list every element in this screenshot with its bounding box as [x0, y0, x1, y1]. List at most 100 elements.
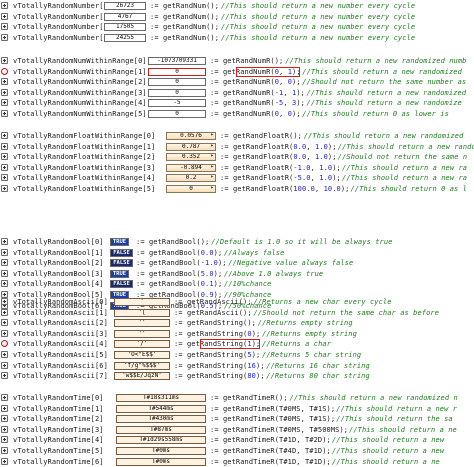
expand-icon[interactable]: [1, 153, 8, 160]
online-value-box[interactable]: 0: [166, 185, 216, 193]
online-value-box[interactable]: 0.0576: [166, 132, 216, 140]
online-value-box[interactable]: 0: [148, 89, 206, 97]
expand-icon[interactable]: [1, 238, 8, 245]
expand-icon[interactable]: [1, 249, 8, 256]
code-comment: //Returns empty string: [262, 330, 357, 338]
expand-icon[interactable]: [1, 78, 8, 85]
breakpoint-icon[interactable]: [1, 68, 8, 75]
function-call: := getRandBool(-1.0);: [136, 259, 227, 267]
expand-icon[interactable]: [1, 436, 8, 443]
online-value-box[interactable]: FALSE: [110, 259, 133, 267]
online-value-box[interactable]: 0.787: [166, 143, 216, 151]
expand-icon[interactable]: [1, 143, 8, 150]
expand-icon[interactable]: [1, 174, 8, 181]
online-value-box[interactable]: -5: [148, 99, 206, 107]
randtime-line: vTotallyRandomTime[0] T#18s311ms:= getRan…: [0, 393, 474, 403]
expand-icon[interactable]: [1, 270, 8, 277]
expand-icon[interactable]: [1, 99, 8, 106]
variable-name: vTotallyRandomNumber[3]: [13, 34, 113, 42]
online-value-box[interactable]: FALSE: [110, 280, 133, 288]
breakpoint-icon[interactable]: [1, 340, 8, 347]
online-value-box[interactable]: T#1d29s558ms: [116, 436, 206, 444]
code-comment: //This should return a new r: [336, 405, 458, 413]
code-comment: //Returns 5 char string: [262, 351, 362, 359]
expand-icon[interactable]: [1, 110, 8, 117]
expand-icon[interactable]: [1, 259, 8, 266]
variable-name: vTotallyRandomFloatWithinRange[0]: [13, 132, 156, 140]
expand-icon[interactable]: [1, 372, 8, 379]
expand-icon[interactable]: [1, 447, 8, 454]
code-editor[interactable]: vTotallyRandomNumber[0] 26723:= getRandNu…: [0, 0, 474, 466]
function-call: := getRandBool(0.1);: [136, 280, 223, 288]
expand-icon[interactable]: [1, 185, 8, 192]
expand-icon[interactable]: [1, 405, 8, 412]
randascii-line: vTotallyRandomAscii[0] ' := getRandAscii()…: [0, 297, 474, 307]
code-comment: //Should not return the same n: [337, 153, 468, 161]
online-value-box[interactable]: '/': [114, 340, 170, 348]
online-value-box[interactable]: T#18s311ms: [116, 394, 206, 402]
function-call: := getRandAscii();: [174, 298, 252, 306]
function-call: := getRandBool(5.0);: [136, 270, 223, 278]
expand-icon[interactable]: [1, 319, 8, 326]
online-value-box[interactable]: FALSE: [110, 249, 133, 257]
variable-name: vTotallyRandomFloatWithinRange[3]: [13, 164, 156, 172]
online-value-box[interactable]: T#430ms: [116, 415, 206, 423]
online-value-box[interactable]: 0: [148, 110, 206, 118]
expand-icon[interactable]: [1, 23, 8, 30]
code-comment: //Returns 80 char string: [266, 372, 370, 380]
expand-icon[interactable]: [1, 309, 8, 316]
expand-icon[interactable]: [1, 362, 8, 369]
online-value-box[interactable]: 0: [148, 78, 206, 86]
expand-icon[interactable]: [1, 415, 8, 422]
online-value-box[interactable]: 0: [148, 68, 206, 76]
expand-icon[interactable]: [1, 426, 8, 433]
online-value-box[interactable]: 0.352: [166, 153, 216, 161]
online-value-box[interactable]: 'f/g"%$$$': [114, 362, 170, 370]
online-value-box[interactable]: TRUE: [110, 238, 129, 246]
online-value-box[interactable]: 'O<"E$$': [114, 351, 170, 359]
expand-icon[interactable]: [1, 351, 8, 358]
online-value-box[interactable]: 0.2: [166, 174, 216, 182]
online-value-box[interactable]: T#0ms: [116, 447, 206, 455]
variable-name: vTotallyRandomTime[2]: [13, 415, 104, 423]
randnum-line: vTotallyRandomNumber[2] 17505:= getRandNu…: [0, 22, 474, 32]
online-value-box[interactable]: 4767: [104, 13, 146, 21]
code-comment: //Should not return the same number as: [302, 78, 467, 86]
online-value-box[interactable]: -0.894: [166, 164, 216, 172]
function-call: := getRandFloatR(0.0, 1.0);: [220, 143, 337, 151]
expand-icon[interactable]: [1, 89, 8, 96]
expand-icon[interactable]: [1, 13, 8, 20]
randfloat-line: vTotallyRandomFloatWithinRange[0] 0.0576:…: [0, 131, 474, 141]
online-value-box[interactable]: TRUE: [110, 270, 129, 278]
variable-name: vTotallyRandomNumber[1]: [13, 13, 113, 21]
variable-name: vTotallyRandomNumWithinRange[0]: [13, 57, 147, 65]
online-value-box[interactable]: ': [114, 298, 170, 306]
expand-icon[interactable]: [1, 164, 8, 171]
expand-icon[interactable]: [1, 2, 8, 9]
online-value-box[interactable]: 24255: [104, 34, 146, 42]
online-value-box[interactable]: T#87ms: [116, 426, 206, 434]
online-value-box[interactable]: 17505: [104, 23, 146, 31]
online-value-box[interactable]: T#544ms: [116, 405, 206, 413]
expand-icon[interactable]: [1, 330, 8, 337]
online-value-box[interactable]: 26723: [104, 2, 146, 10]
variable-name: vTotallyRandomAscii[4]: [13, 340, 108, 348]
online-value-box[interactable]: -1073709331: [148, 57, 206, 65]
variable-name: vTotallyRandomAscii[0]: [13, 298, 108, 306]
expand-icon[interactable]: [1, 458, 8, 465]
expand-icon[interactable]: [1, 34, 8, 41]
online-value-box[interactable]: '': [114, 330, 170, 338]
randtime-line: vTotallyRandomTime[4] T#1d29s558ms:= getR…: [0, 435, 474, 445]
expand-icon[interactable]: [1, 298, 8, 305]
expand-icon[interactable]: [1, 57, 8, 64]
online-value-box[interactable]: T#0ms: [116, 458, 206, 466]
code-comment: //Should not return the same char as bef…: [253, 309, 440, 317]
expand-icon[interactable]: [1, 280, 8, 287]
online-value-box[interactable]: '': [114, 319, 170, 327]
online-value-box[interactable]: 'w$$E/JqzN': [114, 372, 170, 380]
expand-icon[interactable]: [1, 132, 8, 139]
expand-icon[interactable]: [1, 394, 8, 401]
online-value-box[interactable]: '[: [114, 309, 170, 317]
randrange-line: vTotallyRandomNumWithinRange[2] 0:= getRa…: [0, 77, 474, 87]
variable-name: vTotallyRandomBool[2]: [13, 259, 104, 267]
